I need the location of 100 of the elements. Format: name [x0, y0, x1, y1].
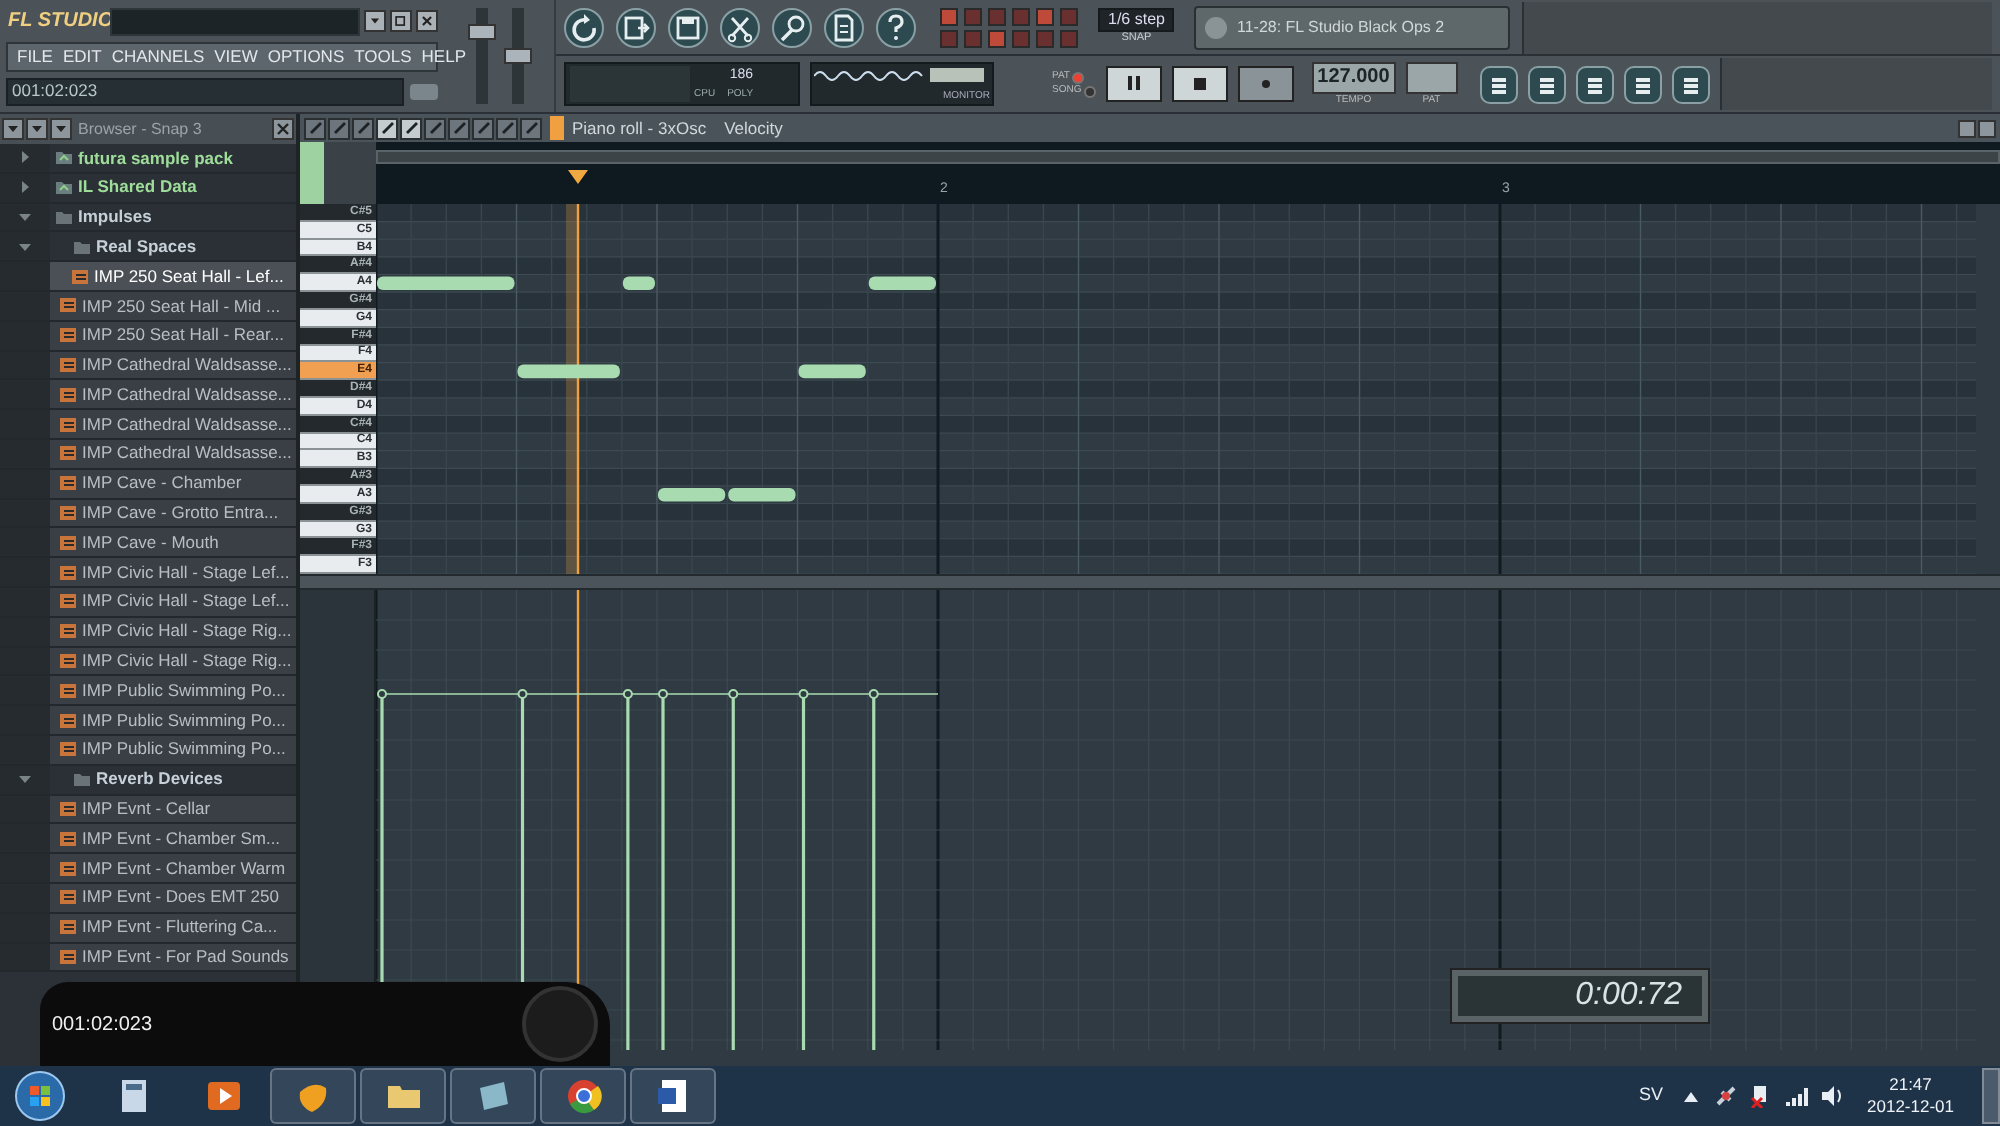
browser-item[interactable]: IMP Public Swimming Po...	[50, 706, 296, 734]
browser-button[interactable]	[1623, 65, 1662, 103]
browser-item[interactable]: IMP Public Swimming Po...	[50, 676, 296, 705]
playhead-marker-icon[interactable]	[568, 170, 588, 184]
speaker-button[interactable]	[520, 117, 542, 139]
tempo-display[interactable]: 127.000	[1311, 62, 1396, 94]
small-toggle-button[interactable]	[410, 83, 438, 100]
collapse-arrow-icon[interactable]	[18, 239, 32, 254]
close-button[interactable]	[1978, 119, 1996, 137]
up-button[interactable]	[26, 118, 48, 140]
window-app-button[interactable]	[450, 1068, 536, 1124]
undo-button[interactable]	[564, 7, 604, 47]
browser-item[interactable]: IMP Cathedral Waldsasse...	[50, 410, 296, 438]
slider-thumb[interactable]	[503, 48, 531, 64]
browser-item[interactable]: IMP Civic Hall - Stage Lef...	[50, 587, 296, 616]
brush-button[interactable]	[400, 117, 422, 139]
piano-roll-button[interactable]	[1575, 65, 1614, 103]
explorer-button[interactable]	[360, 1068, 446, 1124]
browser-item[interactable]: IMP Evnt - Fluttering Ca...	[50, 913, 296, 942]
mute-button[interactable]	[424, 117, 446, 139]
magnet-button[interactable]	[352, 117, 374, 139]
help-button[interactable]	[876, 7, 916, 47]
browser-item[interactable]: IMP Civic Hall - Stage Rig...	[50, 647, 296, 675]
taskbar-clock[interactable]: 21:47 2012-12-01	[1867, 1074, 1954, 1118]
show-hidden-icons-icon[interactable]	[1683, 1091, 1698, 1101]
slider-thumb[interactable]	[467, 24, 495, 40]
browser-item[interactable]: IMP 250 Seat Hall - Rear...	[50, 321, 296, 350]
save-button[interactable]	[668, 7, 708, 47]
record-button[interactable]	[1237, 66, 1294, 102]
note-block[interactable]	[868, 276, 936, 291]
signal-bars-icon[interactable]	[1785, 1086, 1810, 1106]
browser-item[interactable]: IMP Cave - Grotto Entra...	[50, 499, 296, 527]
browser-item[interactable]: IMP Cathedral Waldsasse...	[50, 351, 296, 379]
wrench-button[interactable]	[328, 117, 350, 139]
velocity-bar[interactable]	[622, 689, 633, 1050]
browser-item[interactable]: IMP 250 Seat Hall - Mid ...	[50, 291, 296, 320]
velocity-bar[interactable]	[658, 689, 668, 1050]
browser-item[interactable]: IMP Public Swimming Po...	[50, 735, 296, 764]
velocity-bar[interactable]	[728, 689, 739, 1050]
fl-studio-button[interactable]	[270, 1068, 356, 1124]
browser-item[interactable]: IMP Cathedral Waldsasse...	[50, 380, 296, 409]
pencil-button[interactable]	[376, 117, 398, 139]
menu-item[interactable]: EDIT	[57, 48, 107, 66]
menu-item[interactable]: HELP	[416, 48, 472, 66]
minimize-button[interactable]	[364, 10, 386, 33]
close-button[interactable]	[416, 10, 438, 33]
record-audio-button[interactable]	[772, 7, 812, 47]
velocity-bar[interactable]	[868, 689, 879, 1050]
pause-button[interactable]	[1105, 66, 1162, 102]
expand-arrow-icon[interactable]	[18, 150, 32, 165]
playlist-button[interactable]	[1479, 65, 1518, 103]
stop-button[interactable]	[1171, 66, 1228, 102]
slice-button[interactable]	[448, 117, 470, 139]
close-button[interactable]	[272, 118, 294, 140]
collapse-arrow-icon[interactable]	[18, 209, 32, 224]
note-block[interactable]	[658, 487, 726, 502]
menu-item[interactable]: CHANNELS	[106, 48, 210, 66]
export-button[interactable]	[616, 7, 656, 47]
chrome-button[interactable]	[540, 1068, 626, 1124]
expand-arrow-icon[interactable]	[18, 180, 32, 195]
menu-item[interactable]: OPTIONS	[262, 48, 350, 66]
menu-item[interactable]: TOOLS	[349, 48, 417, 66]
restore-button[interactable]	[1958, 119, 1976, 137]
word-button[interactable]	[630, 1068, 716, 1124]
velocity-bar[interactable]	[798, 689, 809, 1050]
start-orb-icon[interactable]	[14, 1070, 66, 1122]
snap-dropdown[interactable]: 1/6 step	[1098, 8, 1175, 33]
pattern-display[interactable]	[1405, 62, 1458, 94]
note-block[interactable]	[517, 364, 620, 379]
collapse-button[interactable]	[2, 118, 24, 140]
zoom-button[interactable]	[496, 117, 518, 139]
note-block[interactable]	[798, 364, 866, 379]
browser-item[interactable]: IMP Civic Hall - Stage Lef...	[50, 558, 296, 586]
mixer-button[interactable]	[1671, 65, 1710, 103]
collapse-arrow-icon[interactable]	[18, 772, 32, 787]
menu-item[interactable]: VIEW	[209, 48, 263, 66]
browser-item[interactable]: IMP Evnt - Cellar	[50, 795, 296, 823]
back-button[interactable]	[50, 118, 72, 140]
menu-button[interactable]	[304, 117, 326, 139]
browser-item[interactable]: IMP Cathedral Waldsasse...	[50, 439, 296, 468]
restore-button[interactable]	[390, 10, 412, 33]
select-button[interactable]	[472, 117, 494, 139]
note-block[interactable]	[377, 276, 515, 291]
satellite-icon[interactable]	[1713, 1084, 1738, 1108]
file-button[interactable]	[824, 7, 864, 47]
browser-item[interactable]: IMP Evnt - Does EMT 250	[50, 883, 296, 912]
horizontal-scrollbar[interactable]	[376, 150, 2000, 164]
browser-item[interactable]: IMP Evnt - Chamber Sm...	[50, 824, 296, 853]
browser-item[interactable]: IMP Evnt - Chamber Warm	[50, 854, 296, 882]
browser-item[interactable]: IMP 250 Seat Hall - Lef...	[50, 262, 296, 290]
note-block[interactable]	[728, 487, 796, 502]
target-dropdown[interactable]: Velocity	[724, 115, 783, 141]
cut-button[interactable]	[720, 7, 760, 47]
note-block[interactable]	[622, 276, 655, 291]
browser-item[interactable]: IMP Evnt - For Pad Sounds	[50, 943, 296, 971]
step-sequencer-button[interactable]	[1527, 65, 1566, 103]
browser-item[interactable]: IMP Civic Hall - Stage Rig...	[50, 617, 296, 646]
menu-item[interactable]: FILE	[12, 48, 58, 66]
browser-item[interactable]: IMP Cave - Mouth	[50, 528, 296, 557]
browser-item[interactable]: IMP Cave - Chamber	[50, 469, 296, 498]
